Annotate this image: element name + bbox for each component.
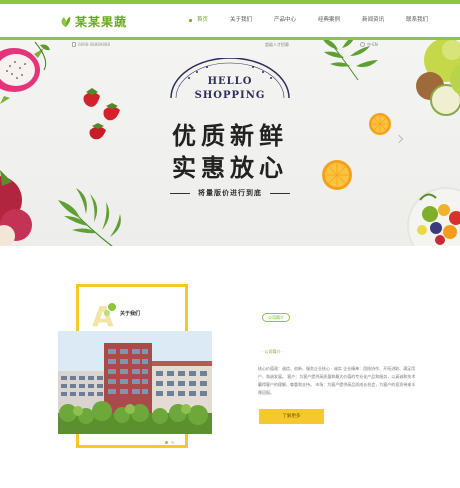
nav-item-about[interactable]: 关于我们: [219, 4, 263, 37]
learn-more-button[interactable]: 了解更多: [259, 409, 324, 424]
hero-banner: HELLO SHOPPING 优质新鲜 实惠放心 将量版价进行到底: [0, 40, 460, 246]
about-dot-small-icon: [104, 310, 110, 316]
intro-paragraph: 核心价值观：诚信、创新、服务企业核心 · 诚实 企业精神：团结协作、开拓进取、满…: [258, 366, 416, 395]
intro-label: · 公司简介 ·: [262, 349, 284, 354]
about-pagination: [165, 441, 174, 444]
hero-ribbon: 将量版价进行到底: [170, 187, 290, 199]
pagination-dot-active[interactable]: [165, 441, 168, 444]
info-bar: 0898-08889888 超级人才招募 中·EN: [0, 40, 460, 51]
nav-item-products[interactable]: 产品中心: [263, 4, 307, 37]
pagination-dot[interactable]: [171, 441, 174, 444]
ribbon-right-line: [270, 193, 290, 194]
site-logo[interactable]: 某某果蔬: [60, 13, 127, 30]
language-switch[interactable]: 中·EN: [367, 42, 378, 48]
nav-item-contact[interactable]: 联系我们: [395, 4, 439, 37]
badge-bottom-text: SHOPPING: [194, 90, 266, 101]
site-header: 某某果蔬 首页 关于我们 产品中心 经典案例 新闻资讯 联系我们: [0, 4, 460, 37]
ribbon-text: 将量版价进行到底: [195, 188, 265, 198]
company-intro-tag[interactable]: 公司简介: [262, 313, 290, 322]
nav-item-home[interactable]: 首页: [186, 4, 219, 37]
about-title: 关于我们: [120, 311, 141, 317]
hotline-number: 0898-08889888: [78, 42, 110, 47]
main-nav: 首页 关于我们 产品中心 经典案例 新闻资讯 联系我们: [186, 4, 439, 37]
about-building-photo: [58, 331, 212, 434]
hero-headline-line-2: 实惠放心: [172, 153, 288, 182]
leaf-logo-icon: [61, 17, 71, 27]
recruit-link[interactable]: 超级人才招募: [265, 42, 289, 48]
globe-icon: [360, 42, 365, 47]
about-dot-icon: [108, 303, 116, 311]
badge-top-text: HELLO: [207, 76, 253, 87]
nav-item-news[interactable]: 新闻资讯: [351, 4, 395, 37]
nav-item-cases[interactable]: 经典案例: [307, 4, 351, 37]
ribbon-left-line: [170, 193, 190, 194]
hello-shopping-badge: [170, 58, 290, 99]
phone-icon: [72, 42, 76, 47]
hero-headline-line-1: 优质新鲜: [172, 121, 288, 150]
logo-text: 某某果蔬: [75, 15, 128, 29]
